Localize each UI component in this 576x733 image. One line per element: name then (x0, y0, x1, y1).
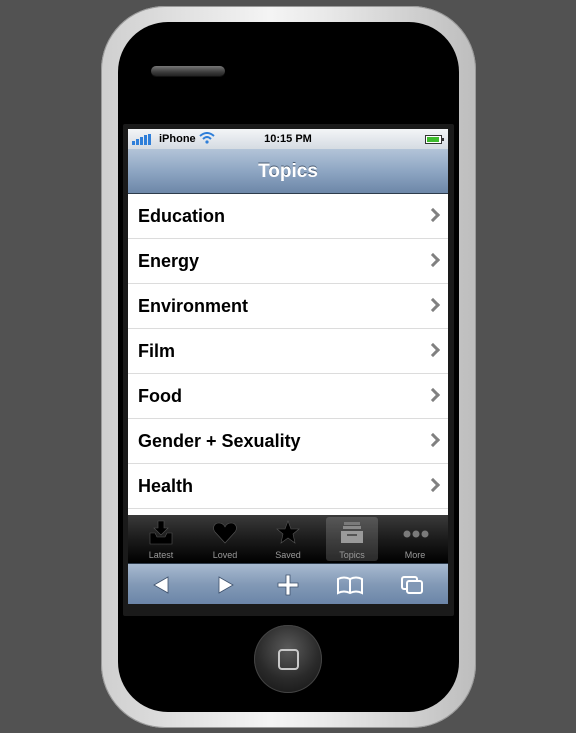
topics-tray-icon (341, 522, 363, 543)
list-item-energy[interactable]: Energy (128, 239, 448, 284)
home-button[interactable] (254, 625, 322, 693)
tab-topics[interactable]: Topics (326, 517, 378, 561)
add-button[interactable] (273, 572, 303, 598)
list-item-environment[interactable]: Environment (128, 284, 448, 329)
list-item-gender-sexuality[interactable]: Gender + Sexuality (128, 419, 448, 464)
pages-icon (401, 576, 423, 594)
browser-toolbar (128, 563, 448, 604)
list-item-label: Health (138, 476, 194, 496)
list-item-label: Environment (138, 296, 249, 316)
status-time: 10:15 PM (264, 133, 312, 145)
inbox-icon (149, 520, 173, 545)
tab-label: Loved (212, 550, 238, 560)
back-arrow-icon (153, 576, 169, 594)
list-item-label: Gender + Sexuality (138, 431, 301, 451)
chevron-right-icon (425, 342, 441, 358)
navigation-bar: Topics (128, 149, 448, 194)
chevron-right-icon (425, 477, 441, 493)
pages-button[interactable] (398, 572, 428, 598)
tab-saved[interactable]: Saved (262, 517, 314, 561)
tab-bar: Latest Loved Saved Topics More (128, 515, 448, 563)
battery-icon (425, 135, 444, 144)
tab-loved[interactable]: Loved (199, 517, 251, 561)
bookmarks-button[interactable] (335, 572, 365, 598)
forward-button[interactable] (211, 572, 241, 598)
tab-label: Latest (148, 550, 174, 560)
topics-list: Education Energy Environment Film Food G… (128, 194, 448, 509)
list-item-label: Food (138, 386, 182, 406)
list-item-label: Education (138, 206, 226, 226)
tab-label: Topics (339, 550, 365, 560)
earpiece-speaker (151, 66, 225, 76)
list-item-film[interactable]: Film (128, 329, 448, 374)
list-item-health[interactable]: Health (128, 464, 448, 509)
list-item-label: Energy (138, 251, 200, 271)
chevron-right-icon (425, 207, 441, 223)
status-bar: iPhone 10:15 PM (128, 129, 448, 149)
heart-icon (213, 522, 237, 544)
more-dots-icon (403, 530, 429, 538)
star-icon (276, 520, 300, 544)
page-title: Topics (258, 161, 318, 182)
chevron-right-icon (425, 297, 441, 313)
list-item-education[interactable]: Education (128, 194, 448, 239)
list-item-label: Film (138, 341, 176, 361)
tab-label: Saved (275, 550, 301, 560)
list-item-food[interactable]: Food (128, 374, 448, 419)
back-button[interactable] (148, 572, 178, 598)
chevron-right-icon (425, 387, 441, 403)
tab-label: More (404, 550, 426, 560)
tab-latest[interactable]: Latest (135, 517, 187, 561)
forward-arrow-icon (218, 576, 234, 594)
chevron-right-icon (425, 252, 441, 268)
tab-more[interactable]: More (389, 517, 441, 561)
add-icon (277, 574, 299, 596)
bookmarks-icon (337, 576, 363, 595)
home-square-icon (278, 649, 299, 670)
chevron-right-icon (425, 432, 441, 448)
device-screen: iPhone 10:15 PM Topics Education Energy … (128, 129, 448, 604)
